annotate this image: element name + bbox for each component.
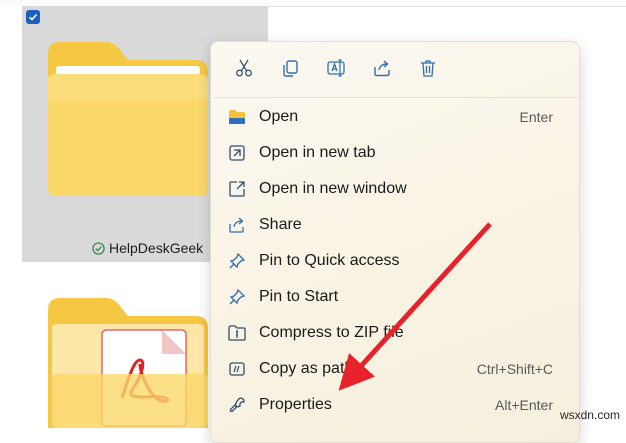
menu-item-open-in-new-window[interactable]: Open in new window bbox=[215, 172, 573, 206]
selection-checkbox[interactable] bbox=[26, 10, 40, 24]
folder-name-text: HelpDeskGeek bbox=[109, 240, 204, 256]
copy-path-icon bbox=[227, 359, 247, 379]
copy-button[interactable] bbox=[267, 52, 313, 84]
pin-icon bbox=[227, 287, 247, 307]
menu-item-compress-to-zip[interactable]: Compress to ZIP file bbox=[215, 316, 573, 350]
toolbar-separator bbox=[213, 97, 577, 98]
folder-with-pdf-icon[interactable] bbox=[44, 294, 212, 428]
menu-item-properties[interactable]: Properties Alt+Enter bbox=[215, 388, 573, 422]
share-icon bbox=[374, 60, 390, 77]
share-icon bbox=[227, 215, 247, 235]
menu-item-copy-as-path[interactable]: Copy as path Ctrl+Shift+C bbox=[215, 352, 573, 386]
cut-button[interactable] bbox=[221, 52, 267, 84]
checkmark-icon bbox=[28, 13, 38, 21]
sync-ok-icon bbox=[92, 241, 105, 255]
menu-item-open-in-new-tab[interactable]: Open in new tab bbox=[215, 136, 573, 170]
rename-icon bbox=[327, 59, 345, 77]
folder-icon bbox=[227, 107, 247, 127]
share-button[interactable] bbox=[359, 52, 405, 84]
menu-item-open[interactable]: Open Enter bbox=[215, 100, 573, 134]
pin-icon bbox=[227, 251, 247, 271]
wrench-icon bbox=[227, 395, 247, 415]
menu-item-pin-to-quick-access[interactable]: Pin to Quick access bbox=[215, 244, 573, 278]
copy-icon bbox=[283, 60, 298, 77]
new-tab-icon bbox=[227, 143, 247, 163]
menu-item-share[interactable]: Share bbox=[215, 208, 573, 242]
context-menu: Open Enter Open in new tab Open in new w… bbox=[210, 41, 580, 443]
cut-icon bbox=[236, 59, 252, 77]
delete-icon bbox=[421, 60, 435, 77]
watermark: wsxdn.com bbox=[559, 408, 620, 422]
zip-icon bbox=[227, 323, 247, 343]
context-menu-toolbar bbox=[221, 52, 451, 86]
menu-item-pin-to-start[interactable]: Pin to Start bbox=[215, 280, 573, 314]
rename-button[interactable] bbox=[313, 52, 359, 84]
explorer-gutter bbox=[0, 6, 22, 428]
new-window-icon bbox=[227, 179, 247, 199]
folder-icon[interactable] bbox=[44, 40, 212, 200]
folder-name-label[interactable]: HelpDeskGeek bbox=[92, 240, 203, 256]
delete-button[interactable] bbox=[405, 52, 451, 84]
